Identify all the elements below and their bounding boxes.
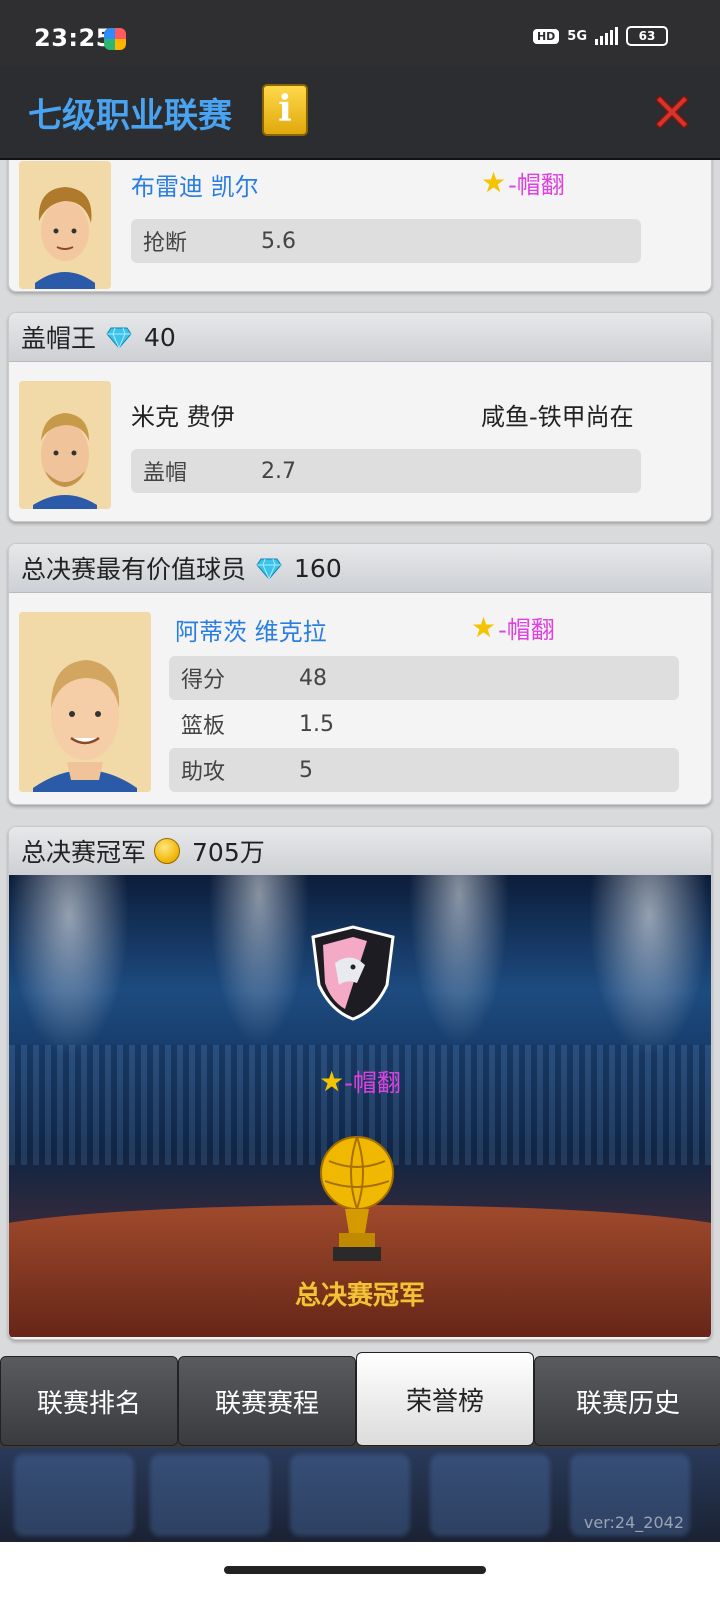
stat-row: 抢断 5.6 (131, 219, 641, 263)
dock-icon (430, 1454, 550, 1536)
team-label: -帽翻 (508, 171, 565, 199)
award-header: 总决赛最有价值球员 160 (9, 544, 711, 593)
player-name[interactable]: 米克 费伊 (131, 397, 235, 432)
award-card-champion: 总决赛冠军 705万 ★-帽翻 总决赛冠军 (8, 826, 712, 1340)
stat-value: 48 (299, 665, 327, 691)
stat-row: 篮板 1.5 (169, 702, 679, 746)
system-nav-bar (0, 1542, 720, 1600)
award-card-finals-mvp: 总决赛最有价值球员 160 阿蒂茨 维克拉 ★-帽翻 得分 48 篮板 1.5 (8, 543, 712, 805)
page-title: 七级职业联赛 (28, 96, 232, 136)
award-title: 盖帽王 (21, 324, 97, 353)
tab-league-ranking[interactable]: 联赛排名 (0, 1356, 178, 1446)
award-reward: 40 (144, 322, 176, 352)
star-icon: ★ (471, 611, 497, 644)
player-avatar (19, 381, 111, 509)
hd-badge: HD (532, 28, 560, 44)
star-icon: ★ (319, 1065, 345, 1098)
award-card-steals: 布雷迪 凯尔 ★ -帽翻 抢断 5.6 (8, 160, 712, 292)
team-name[interactable]: ★ -帽翻 (471, 610, 555, 645)
award-header: 总决赛冠军 705万 (9, 827, 711, 876)
team-name[interactable]: 咸鱼-铁甲尚在 (481, 397, 634, 432)
tab-honor-roll[interactable]: 荣誉榜 (356, 1352, 534, 1446)
stat-label: 得分 (181, 668, 226, 693)
stat-row: 盖帽 2.7 (131, 449, 641, 493)
stat-row: 助攻 5 (169, 748, 679, 792)
version-label: ver:24_2042 (583, 1513, 684, 1532)
info-icon[interactable]: i (262, 84, 308, 136)
player-avatar (19, 161, 111, 289)
award-reward: 160 (294, 553, 342, 583)
award-title: 总决赛冠军 (21, 838, 147, 867)
close-icon[interactable] (650, 90, 694, 134)
stat-value: 2.7 (261, 458, 296, 484)
team-logo-icon[interactable] (305, 923, 401, 1023)
star-icon: ★ (481, 166, 507, 199)
player-avatar (19, 612, 151, 792)
stat-label: 助攻 (181, 760, 226, 785)
tab-league-history[interactable]: 联赛历史 (534, 1356, 720, 1446)
bottom-dock: ver:24_2042 (0, 1448, 720, 1542)
dock-icon (14, 1454, 134, 1536)
team-label: -帽翻 (498, 616, 555, 644)
signal-icon (595, 27, 618, 45)
award-header: 盖帽王 40 (9, 313, 711, 362)
stat-value: 5 (299, 757, 313, 783)
title-bar: 七级职业联赛 i (0, 66, 720, 160)
team-name[interactable]: ★ -帽翻 (481, 165, 565, 200)
team-label: -帽翻 (344, 1069, 401, 1097)
stat-value: 1.5 (299, 711, 334, 737)
champion-team[interactable]: ★-帽翻 (9, 1063, 711, 1098)
tab-league-schedule[interactable]: 联赛赛程 (178, 1356, 356, 1446)
arena-background: ★-帽翻 总决赛冠军 (9, 875, 711, 1337)
honor-list[interactable]: 布雷迪 凯尔 ★-帽翻 抢断 5.6 盖帽王 40 米克 费伊 咸鱼-铁甲尚在 (0, 160, 720, 1380)
coin-icon (154, 838, 181, 864)
stat-row: 得分 48 (169, 656, 679, 700)
player-name[interactable]: 布雷迪 凯尔 (131, 167, 259, 202)
stat-value: 5.6 (261, 228, 296, 254)
stat-label: 篮板 (181, 714, 226, 739)
dock-icon (150, 1454, 270, 1536)
award-reward: 705万 (192, 838, 265, 867)
trophy-label: 总决赛冠军 (294, 1281, 425, 1311)
bottom-tabs: 联赛排名 联赛赛程 荣誉榜 联赛历史 (0, 1352, 720, 1448)
diamond-icon (256, 558, 282, 581)
clock: 23:25 (34, 24, 113, 52)
home-indicator[interactable] (224, 1566, 486, 1574)
network-label: 5G (567, 28, 587, 44)
battery-indicator: 63 (626, 26, 668, 46)
award-card-blocks: 盖帽王 40 米克 费伊 咸鱼-铁甲尚在 盖帽 2.7 (8, 312, 712, 522)
trophy-icon (320, 1136, 394, 1261)
diamond-icon (106, 327, 132, 350)
player-name[interactable]: 阿蒂茨 维克拉 (175, 612, 327, 647)
status-bar: 23:25 HD 5G 63 (0, 0, 720, 66)
stat-label: 盖帽 (143, 461, 188, 486)
stat-label: 抢断 (143, 231, 188, 256)
dock-icon (290, 1454, 410, 1536)
award-title: 总决赛最有价值球员 (21, 555, 247, 584)
app-notification-icon (104, 28, 126, 50)
